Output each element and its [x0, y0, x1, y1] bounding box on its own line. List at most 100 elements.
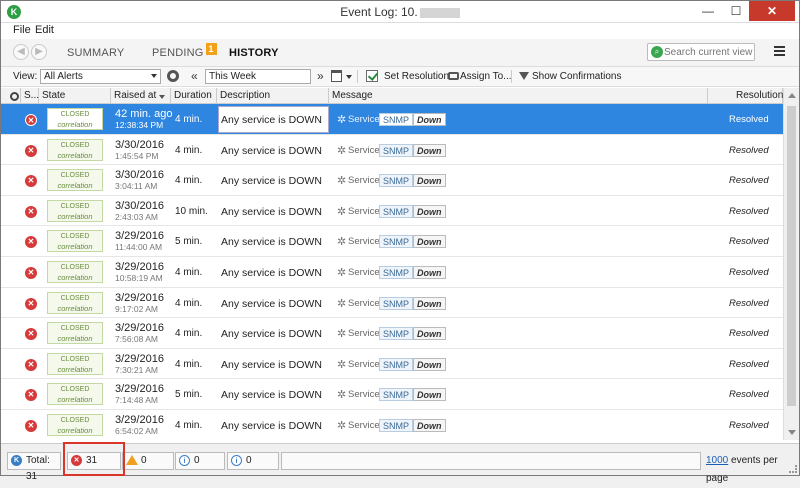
tab-pending[interactable]: PENDING 1 [152, 43, 217, 59]
description-cell: Any service is DOWN [221, 114, 322, 126]
next-period-icon[interactable]: » [317, 69, 324, 83]
search-box[interactable]: ⌕ [647, 43, 755, 61]
resize-grip-icon[interactable] [789, 465, 797, 473]
state-label: CLOSED [60, 355, 90, 363]
raised-at-cell: 42 min. ago 12:38:34 PM [115, 108, 172, 131]
description-cell: Any service is DOWN [221, 297, 322, 310]
duration-cell: 4 min. [175, 358, 203, 370]
menu-file[interactable]: File [13, 24, 31, 36]
duration-cell: 5 min. [175, 236, 203, 248]
table-row[interactable]: ✕ CLOSED correlation 3/29/2016 6:54:02 AM 4 m… [1, 410, 783, 440]
assign-to-button[interactable]: Assign To... [460, 71, 512, 82]
state-label: CLOSED [60, 111, 90, 118]
resolution-cell: Resolved [729, 297, 769, 309]
previous-period-icon[interactable]: « [191, 69, 198, 83]
state-sublabel: correlation [57, 334, 93, 344]
calendar-chevron-down-icon[interactable] [346, 75, 352, 79]
message-type: Service [348, 358, 380, 370]
error-status-icon: ✕ [25, 236, 37, 249]
info-outline-icon: i [231, 455, 242, 466]
table-row[interactable]: ✕ CLOSED correlation 3/30/2016 1:45:54 PM 4 m… [1, 134, 783, 166]
service-icon: ✲ [337, 328, 347, 341]
scroll-down-icon[interactable] [788, 430, 796, 435]
scroll-up-icon[interactable] [788, 93, 796, 98]
message-type: Service [348, 389, 380, 401]
window-title-text: Event Log: 10. [340, 5, 418, 19]
duration-cell: 4 min. [175, 420, 203, 431]
other-count[interactable]: i0 [227, 452, 279, 470]
state-badge: CLOSED correlation [47, 383, 103, 406]
back-arrow-icon[interactable]: ◀ [13, 44, 29, 60]
column-header-duration[interactable]: Duration [171, 88, 217, 104]
state-badge: CLOSED correlation [47, 138, 103, 161]
gear-icon[interactable] [167, 70, 179, 82]
menu-edit[interactable]: Edit [35, 24, 54, 36]
scroll-thumb[interactable] [787, 106, 796, 406]
service-icon: ✲ [337, 420, 347, 432]
set-resolution-button[interactable]: Set Resolution [384, 71, 449, 82]
message-type: Service [348, 236, 380, 248]
warning-count[interactable]: 0 [122, 452, 174, 470]
column-header-message[interactable]: Message [329, 88, 708, 104]
redacted-address [419, 7, 460, 18]
table-row[interactable]: ✕ CLOSED correlation 3/30/2016 2:43:03 AM 10 … [1, 195, 783, 227]
title-bar: K Event Log: 10. — ☐ ✕ [1, 1, 799, 23]
info-count[interactable]: i0 [175, 452, 225, 470]
message-tag-snmp: SNMP [379, 266, 414, 279]
table-row[interactable]: ✕ CLOSED correlation 3/29/2016 7:56:08 AM 4 m… [1, 318, 783, 349]
raised-time: 7:56:08 AM [115, 334, 159, 345]
total-icon: K [11, 455, 22, 466]
resolution-cell: Resolved [729, 267, 769, 278]
column-header-state[interactable]: State [39, 88, 111, 104]
search-icon: ⌕ [651, 46, 663, 58]
close-button[interactable]: ✕ [749, 1, 795, 21]
minimize-button[interactable]: — [695, 1, 721, 21]
show-confirmations-button[interactable]: Show Confirmations [532, 71, 621, 82]
error-status-icon: ✕ [25, 358, 37, 371]
message-tag-down: Down [413, 113, 446, 126]
view-dropdown[interactable]: All Alerts [40, 69, 161, 84]
column-header-severity[interactable]: S... [21, 88, 39, 104]
message-tag-snmp: SNMP [379, 143, 414, 157]
table-row[interactable]: ✕ CLOSED correlation 3/30/2016 3:04:11 AM 4 m… [1, 165, 783, 196]
message-tag-down: Down [413, 357, 446, 371]
column-gear-icon[interactable] [10, 92, 19, 101]
raised-at-cell: 3/29/2016 7:14:48 AM [115, 383, 164, 406]
forward-arrow-icon[interactable]: ▶ [31, 44, 47, 60]
error-status-icon: ✕ [25, 420, 37, 432]
toolbar-divider [357, 70, 358, 83]
status-spacer [281, 452, 701, 470]
raised-at-cell: 3/29/2016 10:58:19 AM [115, 261, 164, 284]
table-row[interactable]: ✕ CLOSED correlation 3/29/2016 7:30:21 AM 4 m… [1, 348, 783, 380]
vertical-scrollbar[interactable] [783, 88, 799, 440]
warning-count-text: 0 [141, 455, 147, 466]
message-type: Service [348, 328, 380, 340]
state-label: CLOSED [60, 202, 90, 210]
period-input[interactable]: This Week [205, 69, 311, 84]
column-header-resolution[interactable]: Resolution [708, 88, 783, 104]
tab-summary[interactable]: SUMMARY [67, 47, 124, 59]
events-per-page-link[interactable]: 1000 [706, 455, 728, 466]
hamburger-menu-icon[interactable] [774, 46, 785, 56]
table-row[interactable]: ✕ CLOSED correlation 3/29/2016 9:17:02 AM 4 m… [1, 287, 783, 319]
table-row[interactable]: ✕ CLOSED correlation 3/29/2016 11:44:00 AM 5 … [1, 226, 783, 257]
maximize-button[interactable]: ☐ [723, 1, 749, 21]
message-type: Service [348, 420, 380, 431]
service-icon: ✲ [337, 144, 347, 157]
state-sublabel: correlation [57, 273, 93, 282]
sort-descending-icon[interactable] [159, 95, 165, 99]
description-cell: Any service is DOWN [221, 267, 322, 279]
calendar-icon[interactable] [331, 70, 342, 82]
table-row[interactable]: ✕ CLOSED correlation 3/29/2016 10:58:19 AM 4 … [1, 257, 783, 288]
event-list: ✕ CLOSED correlation 42 min. ago 12:38:34 PM… [1, 104, 783, 440]
message-tag-down: Down [413, 327, 446, 341]
tab-history[interactable]: HISTORY [229, 47, 279, 59]
state-sublabel: correlation [57, 120, 93, 129]
table-row[interactable]: ✕ CLOSED correlation 42 min. ago 12:38:34 PM… [1, 104, 783, 135]
events-per-page: 1000 events per page [706, 452, 799, 488]
resolution-cell: Resolved [729, 236, 769, 248]
table-row[interactable]: ✕ CLOSED correlation 3/29/2016 7:14:48 AM 5 m… [1, 379, 783, 410]
search-input[interactable] [664, 45, 754, 59]
raised-at-cell: 3/29/2016 11:44:00 AM [115, 230, 164, 253]
column-header-description[interactable]: Description [217, 88, 329, 104]
